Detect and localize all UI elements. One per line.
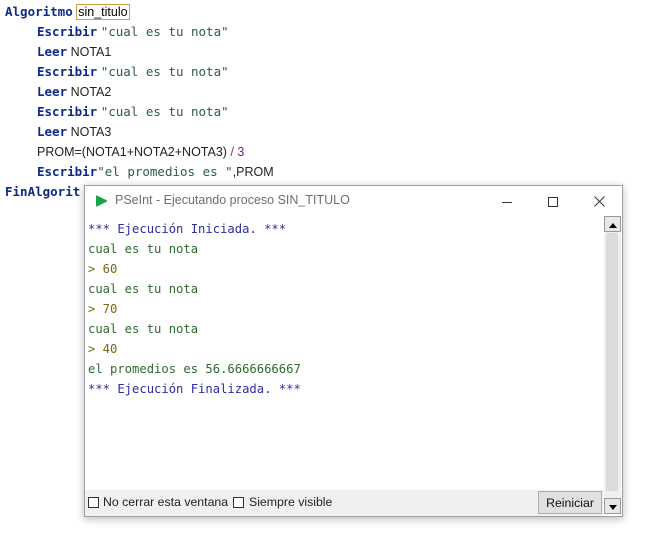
variable-name: NOTA3 [70, 125, 112, 139]
number-literal: 3 [237, 145, 245, 159]
window-bottom-bar: No cerrar esta ventana Siempre visible R… [85, 490, 603, 516]
keyword-algoritmo: Algoritmo [5, 4, 73, 19]
keyword-leer: Leer [37, 84, 68, 99]
string-literal: "cual es tu nota" [100, 24, 229, 39]
console-output[interactable]: *** Ejecución Iniciada. *** cual es tu n… [85, 216, 603, 490]
keyword-escribir: Escribir [37, 24, 98, 39]
console-line-input: > 60 [88, 262, 118, 276]
variable-reference: ,PROM [232, 165, 274, 179]
minimize-button[interactable] [484, 186, 530, 216]
reiniciar-button[interactable]: Reiniciar [538, 491, 602, 514]
code-line-4: Escribir "cual es tu nota" [37, 62, 229, 82]
siempre-visible-checkbox[interactable] [233, 497, 244, 508]
code-line-5: Leer NOTA2 [37, 82, 111, 102]
string-literal: "el promedios es " [97, 164, 233, 179]
keyword-leer: Leer [37, 44, 68, 59]
scroll-thumb[interactable] [606, 233, 618, 491]
operator: / [230, 145, 234, 159]
code-line-2: Escribir "cual es tu nota" [37, 22, 229, 42]
console-scrollbar[interactable] [604, 216, 621, 514]
maximize-icon [548, 192, 558, 211]
execution-window[interactable]: PSeInt - Ejecutando proceso SIN_TITULO *… [84, 185, 623, 517]
variable-name: NOTA1 [70, 45, 112, 59]
no-cerrar-checkbox[interactable] [88, 497, 99, 508]
arrow-down-icon [608, 497, 617, 515]
close-icon [593, 192, 605, 211]
string-literal: "cual es tu nota" [100, 104, 229, 119]
console-line-output: cual es tu nota [88, 242, 199, 256]
arrow-up-icon [608, 215, 617, 233]
keyword-escribir: Escribir [37, 64, 98, 79]
console-line-end: *** Ejecución Finalizada. *** [88, 382, 301, 396]
maximize-button[interactable] [530, 186, 576, 216]
code-line-1: Algoritmo sin_titulo [5, 2, 130, 22]
scroll-down-button[interactable] [604, 498, 621, 514]
siempre-visible-label[interactable]: Siempre visible [249, 495, 332, 509]
console-line-input: > 70 [88, 302, 118, 316]
console-line-result: el promedios es 56.6666666667 [88, 362, 301, 376]
string-literal: "cual es tu nota" [100, 64, 229, 79]
code-line-6: Escribir "cual es tu nota" [37, 102, 229, 122]
code-line-7: Leer NOTA3 [37, 122, 111, 142]
pseint-play-icon [95, 194, 108, 213]
assignment-expression: PROM=(NOTA1+NOTA2+NOTA3) [37, 145, 227, 159]
code-line-10: FinAlgorit [5, 182, 80, 202]
keyword-leer: Leer [37, 124, 68, 139]
code-line-3: Leer NOTA1 [37, 42, 111, 62]
keyword-escribir: Escribir [37, 104, 98, 119]
window-titlebar[interactable]: PSeInt - Ejecutando proceso SIN_TITULO [85, 186, 622, 216]
keyword-finalgoritmo: FinAlgorit [5, 184, 81, 199]
variable-name: NOTA2 [70, 85, 112, 99]
close-button[interactable] [576, 186, 622, 216]
window-title: PSeInt - Ejecutando proceso SIN_TITULO [115, 193, 350, 207]
console-line-output: cual es tu nota [88, 322, 199, 336]
keyword-escribir: Escribir [37, 164, 98, 179]
no-cerrar-label[interactable]: No cerrar esta ventana [103, 495, 228, 509]
scroll-up-button[interactable] [604, 216, 621, 232]
code-line-9: Escribir"el promedios es ",PROM [37, 162, 274, 182]
algorithm-name[interactable]: sin_titulo [76, 4, 130, 20]
console-line-output: cual es tu nota [88, 282, 199, 296]
minimize-icon [502, 192, 512, 211]
console-line-input: > 40 [88, 342, 118, 356]
console-line-start: *** Ejecución Iniciada. *** [88, 222, 287, 236]
code-line-8: PROM=(NOTA1+NOTA2+NOTA3) / 3 [37, 142, 244, 162]
